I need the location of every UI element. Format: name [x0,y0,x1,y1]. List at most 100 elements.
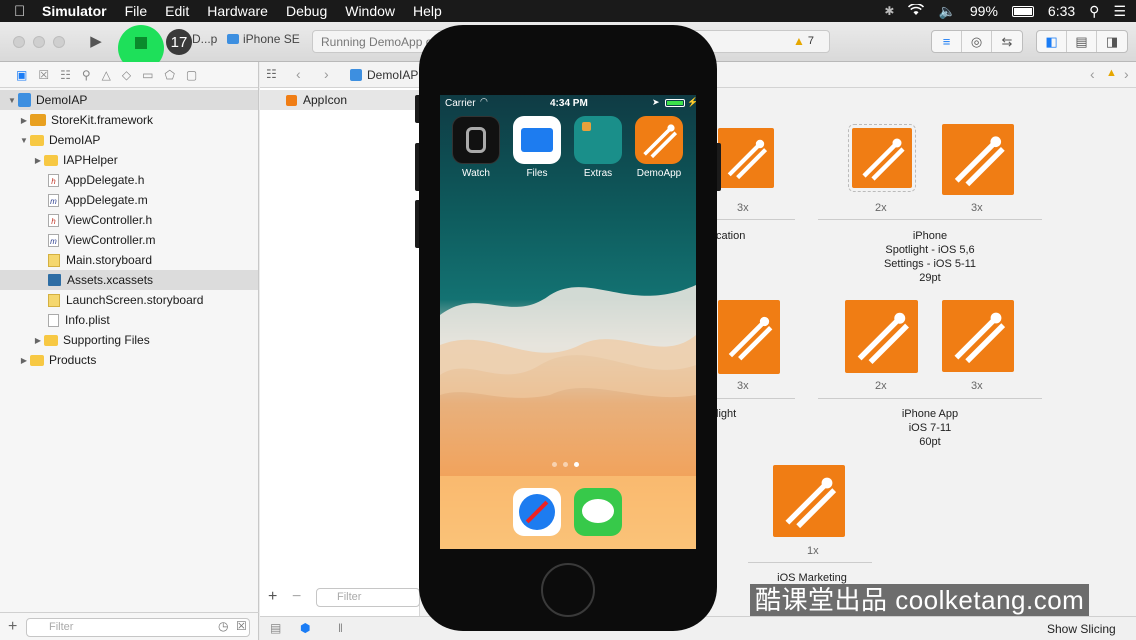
tree-row-appdelegate-m[interactable]: m AppDelegate.m [0,190,258,210]
files-app-icon[interactable] [513,116,561,164]
warnings-indicator[interactable]: ▲ 7 [793,34,814,48]
source-control-icon[interactable]: ☒ [38,68,49,82]
debug-area-toggle-icon[interactable]: ▤ [1067,31,1097,52]
menu-help[interactable]: Help [413,3,442,19]
disclosure-closed-icon[interactable]: ▶ [32,156,44,165]
watch-app-icon[interactable] [452,116,500,164]
back-icon[interactable]: ‹ [296,66,301,82]
issue-warning-icon[interactable]: ▲ [1106,67,1117,79]
disclosure-open-icon[interactable]: ▼ [18,136,30,145]
related-items-icon[interactable]: ☷ [266,67,277,81]
icon-slot[interactable] [845,300,918,373]
icon-slot[interactable] [848,124,916,192]
tree-row-main-storyboard[interactable]: Main.storyboard [0,250,258,270]
notification-center-icon[interactable]: ☰ [1113,3,1126,20]
icon-slot[interactable] [718,300,780,374]
messages-app-icon[interactable] [574,488,622,536]
back-icon[interactable]: ‹ [1090,66,1095,82]
disclosure-closed-icon[interactable]: ▶ [18,356,30,365]
debug-navigator-icon[interactable]: ▭ [142,68,153,82]
clock-time[interactable]: 6:33 [1048,3,1075,19]
menu-window[interactable]: Window [345,3,395,19]
demoapp-icon[interactable] [635,116,683,164]
ios-status-bar: Carrier ◠ 4:34 PM ➤ ⚡ [440,95,696,111]
report-navigator-icon[interactable]: ▢ [186,68,197,82]
find-navigator-icon[interactable]: ⚲ [82,68,91,82]
tree-row-products[interactable]: ▶ Products [0,350,258,370]
tree-row-supporting-files[interactable]: ▶ Supporting Files [0,330,258,350]
pause-icon[interactable]: ‖ [338,621,343,635]
window-close-button[interactable] [13,36,25,48]
disclosure-open-icon[interactable]: ▼ [6,96,18,105]
device-selector[interactable]: iPhone SE [227,32,300,46]
run-button[interactable]: ▶ [84,30,108,52]
forward-icon[interactable]: › [324,66,329,82]
tree-row-iaphelper[interactable]: ▶ IAPHelper [0,150,258,170]
add-file-icon[interactable]: + [8,618,17,636]
tree-row-launchscreen[interactable]: LaunchScreen.storyboard [0,290,258,310]
breakpoint-navigator-icon[interactable]: ⬠ [164,68,174,82]
utilities-toggle-icon[interactable]: ◨ [1097,31,1127,52]
window-zoom-button[interactable] [53,36,65,48]
page-dot [563,462,568,467]
stop-button[interactable] [135,37,147,49]
navigator-filter-input[interactable]: Filter [26,618,250,637]
issue-navigator-icon[interactable]: △ [102,68,111,82]
spotlight-search-icon[interactable]: ⚲ [1089,3,1099,20]
remove-asset-icon[interactable]: − [292,588,301,606]
window-minimize-button[interactable] [33,36,45,48]
recent-files-icon[interactable]: ◷ [218,619,228,633]
project-navigator-icon[interactable]: ▣ [16,68,27,82]
version-editor-icon[interactable]: ⇆ [992,31,1022,52]
tree-row-info-plist[interactable]: Info.plist [0,310,258,330]
menu-edit[interactable]: Edit [165,3,189,19]
standard-editor-icon[interactable]: ≡ [932,31,962,52]
forward-icon[interactable]: › [1124,66,1129,82]
icon-slot[interactable] [718,128,774,188]
tree-row-assets[interactable]: Assets.xcassets [0,270,258,290]
disclosure-closed-icon[interactable]: ▶ [18,116,30,125]
tree-row-viewcontroller-m[interactable]: m ViewController.m [0,230,258,250]
breakpoints-icon[interactable]: ⬢ [300,621,310,635]
assistant-editor-icon[interactable]: ◎ [962,31,992,52]
symbol-navigator-icon[interactable]: ☷ [60,68,71,82]
icon-slot[interactable] [773,465,845,537]
tree-row-appdelegate-h[interactable]: h AppDelegate.h [0,170,258,190]
simulator-screen[interactable]: Carrier ◠ 4:34 PM ➤ ⚡ Watch Files Extras… [440,95,696,549]
scheme-selector[interactable]: D...p [192,32,217,46]
menu-hardware[interactable]: Hardware [207,3,268,19]
disclosure-closed-icon[interactable]: ▶ [32,336,44,345]
source-control-filter-icon[interactable]: ☒ [236,619,247,633]
slot-description-partial: cation [716,230,746,242]
menu-debug[interactable]: Debug [286,3,327,19]
apple-icon[interactable]:  [14,3,34,20]
jump-project-label[interactable]: DemoIAP [367,68,418,82]
scale-label: 3x [737,202,749,214]
tree-row-project[interactable]: ▼ DemoIAP [0,90,258,110]
home-button[interactable] [541,563,595,617]
asset-label: AppIcon [303,93,348,107]
icon-slot[interactable] [942,300,1014,372]
bluetooth-icon[interactable]: ✱ [884,4,894,18]
wifi-icon[interactable] [908,3,925,19]
battery-icon[interactable] [1011,5,1034,17]
volume-icon[interactable]: 🔈 [938,3,955,20]
tree-row-viewcontroller-h[interactable]: h ViewController.h [0,210,258,230]
tree-label: AppDelegate.m [65,193,148,207]
asset-filter-input[interactable]: Filter [316,588,420,607]
menu-app-name[interactable]: Simulator [42,3,107,19]
battery-percent[interactable]: 99% [970,3,998,19]
add-asset-icon[interactable]: + [268,588,277,606]
tree-row-storekit[interactable]: ▶ StoreKit.framework [0,110,258,130]
asset-row-appicon[interactable]: AppIcon [260,90,420,110]
extras-folder-icon[interactable] [574,116,622,164]
test-navigator-icon[interactable]: ◇ [122,68,131,82]
safari-app-icon[interactable] [513,488,561,536]
show-slicing-button[interactable]: Show Slicing [1047,622,1116,636]
navigator-toggle-icon[interactable]: ◧ [1037,31,1067,52]
tree-row-demoiap-group[interactable]: ▼ DemoIAP [0,130,258,150]
menu-file[interactable]: File [125,3,148,19]
debug-area-icon[interactable]: ▤ [270,621,281,635]
folder-icon [30,354,44,366]
icon-slot[interactable] [942,124,1014,195]
